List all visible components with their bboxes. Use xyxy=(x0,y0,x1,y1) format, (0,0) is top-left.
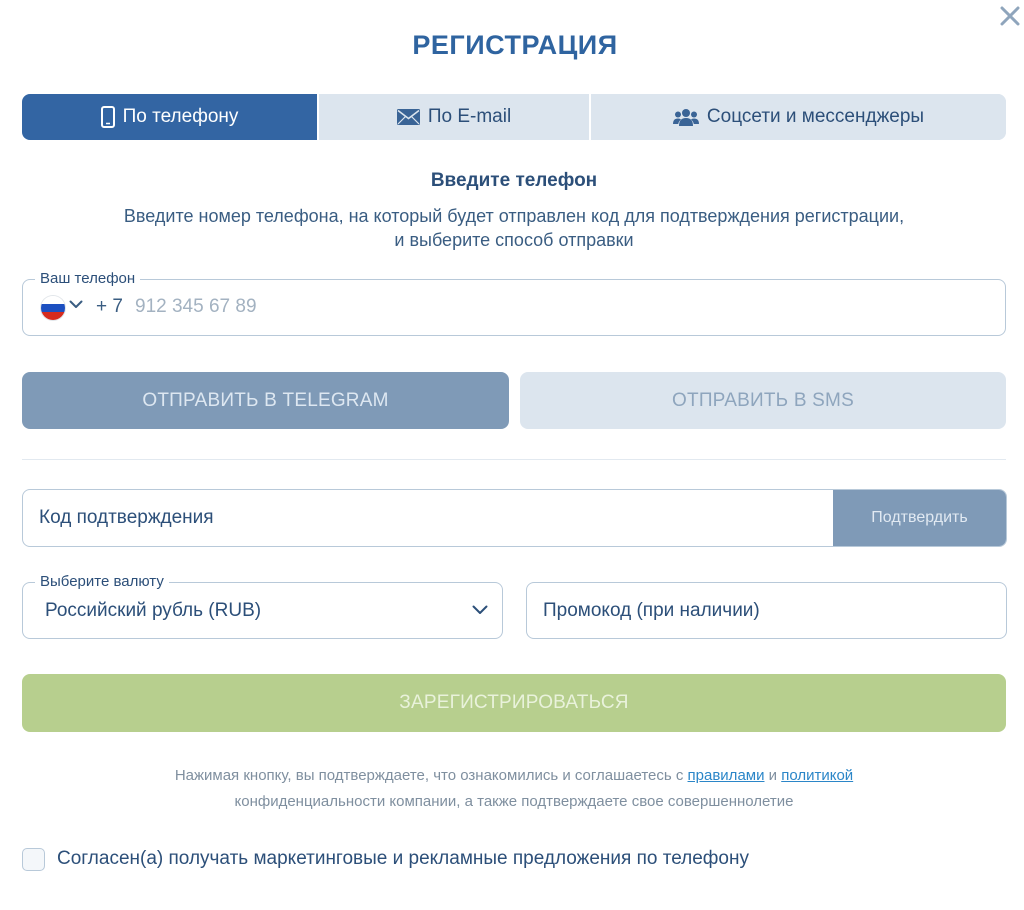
legal-line2: конфиденциальности компании, а также под… xyxy=(234,793,794,810)
legal-text: Нажимая кнопку, вы подтверждаете, что оз… xyxy=(0,763,1024,815)
phone-field-label: Ваш телефон xyxy=(35,270,141,288)
close-icon[interactable] xyxy=(998,4,1022,28)
confirmation-code-field: Подтвердить xyxy=(22,489,1007,547)
policy-link[interactable]: политикой xyxy=(781,767,853,784)
phone-description: Введите номер телефона, на который будет… xyxy=(0,204,1024,252)
phone-field: Ваш телефон + 7 xyxy=(22,270,1006,336)
phone-description-line1: Введите номер телефона, на который будет… xyxy=(123,206,905,226)
confirmation-code-input[interactable] xyxy=(39,502,819,534)
phone-heading: Введите телефон xyxy=(430,170,598,191)
rules-link[interactable]: правилами xyxy=(688,767,765,784)
country-code: + 7 xyxy=(96,296,123,317)
marketing-checkbox-label[interactable]: Согласен(а) получать маркетинговые и рек… xyxy=(57,848,749,870)
send-sms-button[interactable]: ОТПРАВИТЬ В SMS xyxy=(520,372,1006,429)
envelope-icon xyxy=(396,109,420,125)
promo-code-field xyxy=(526,582,1007,639)
currency-selected-value: Российский рубль (RUB) xyxy=(45,600,262,621)
divider xyxy=(22,459,1006,460)
registration-tabs: По телефону По E-mail Соцсети и мессендж… xyxy=(22,94,1006,140)
tab-email-label: По E-mail xyxy=(427,106,512,127)
tab-email[interactable]: По E-mail xyxy=(317,94,589,140)
phone-description-line2: и выберите способ отправки xyxy=(394,230,634,250)
tab-social-label: Соцсети и мессенджеры xyxy=(706,106,925,127)
russia-flag-icon[interactable] xyxy=(41,296,65,320)
phone-icon xyxy=(100,106,115,128)
legal-text-before: Нажимая кнопку, вы подтверждаете, что оз… xyxy=(174,767,688,784)
send-telegram-button[interactable]: ОТПРАВИТЬ В TELEGRAM xyxy=(22,372,509,429)
phone-input[interactable] xyxy=(135,292,735,322)
users-icon xyxy=(672,108,699,126)
legal-line1: Нажимая кнопку, вы подтверждаете, что оз… xyxy=(0,763,1024,789)
currency-label: Выберите валюту xyxy=(35,573,169,591)
tab-phone-label: По телефону xyxy=(122,106,239,127)
promo-code-input[interactable] xyxy=(543,595,983,627)
register-button[interactable]: ЗАРЕГИСТРИРОВАТЬСЯ xyxy=(22,674,1006,732)
dialog-title: РЕГИСТРАЦИЯ xyxy=(412,30,618,60)
currency-select[interactable]: Выберите валюту Российский рубль (RUB) xyxy=(22,573,503,639)
marketing-checkbox[interactable] xyxy=(22,848,45,871)
legal-and: и xyxy=(764,767,782,784)
chevron-down-icon xyxy=(472,605,488,614)
chevron-down-icon[interactable] xyxy=(69,300,83,309)
tab-phone[interactable]: По телефону xyxy=(22,94,317,140)
confirm-button[interactable]: Подтвердить xyxy=(833,490,1006,546)
tab-social[interactable]: Соцсети и мессенджеры xyxy=(589,94,1006,140)
